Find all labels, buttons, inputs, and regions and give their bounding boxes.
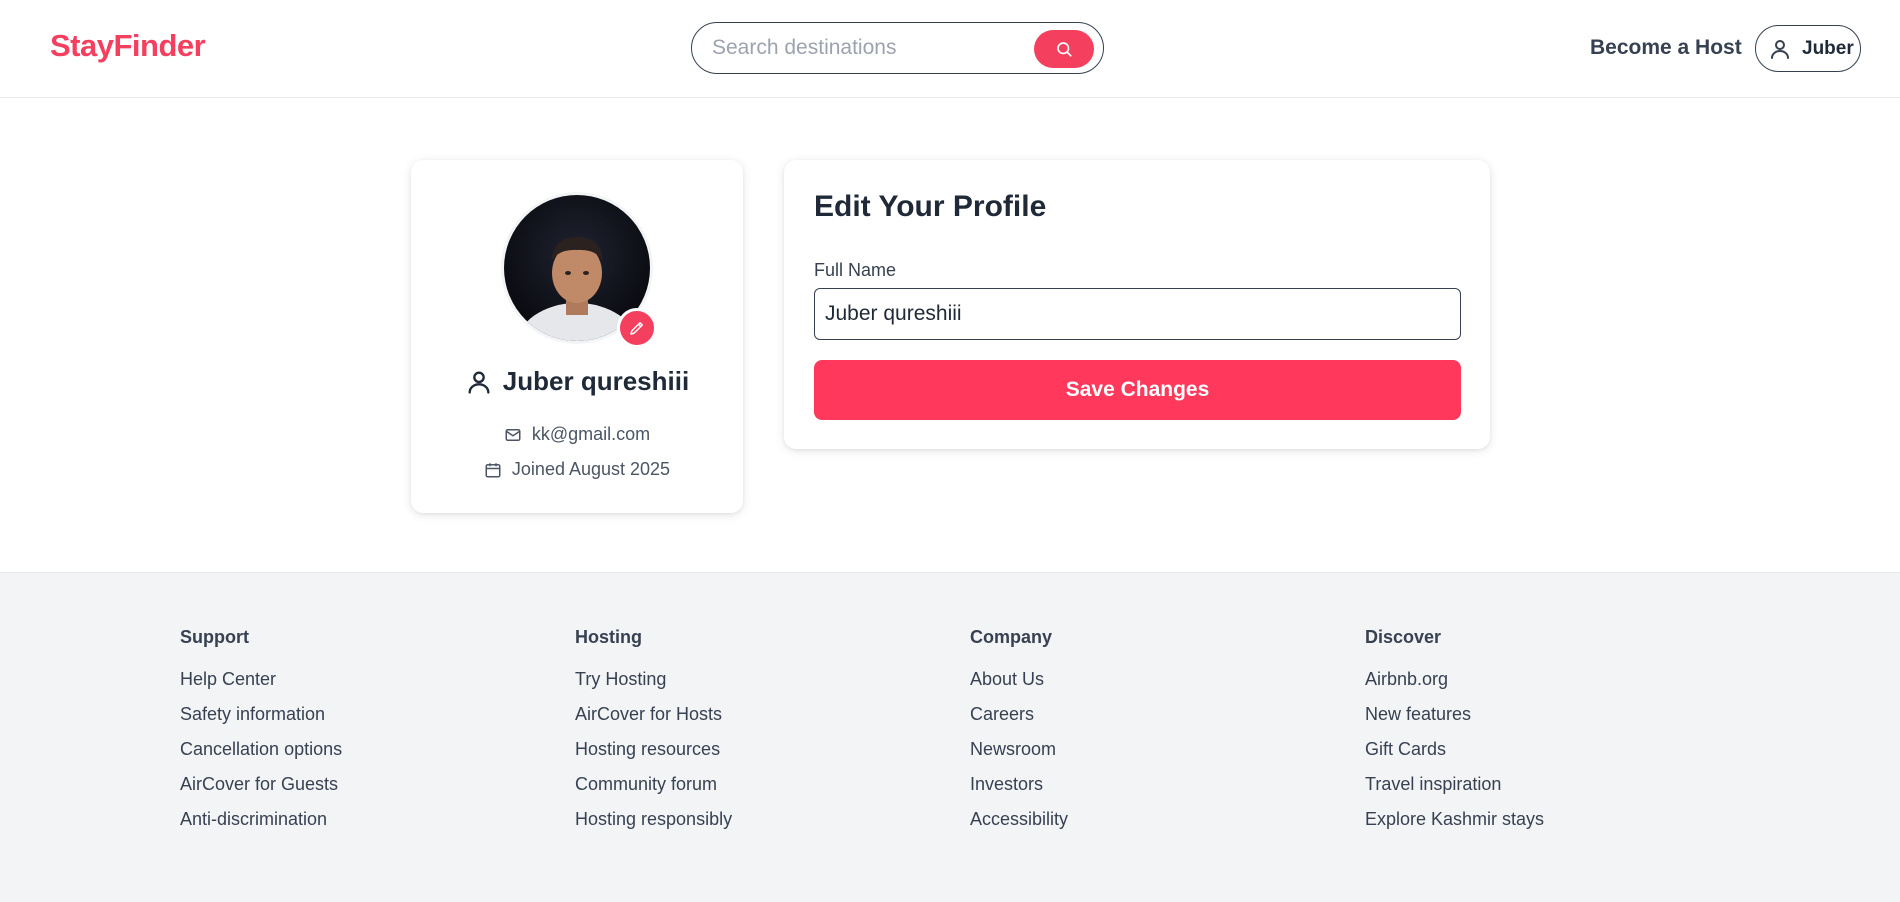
footer-heading: Support (180, 627, 249, 647)
footer-column-support: Support Help Center Safety information C… (180, 627, 540, 843)
footer-link[interactable]: Airbnb.org (1365, 668, 1725, 703)
search-input[interactable] (712, 35, 1012, 61)
footer-column-hosting: Hosting Try Hosting AirCover for Hosts H… (575, 627, 935, 843)
search-button[interactable] (1034, 30, 1094, 68)
footer-link[interactable]: Cancellation options (180, 738, 540, 773)
full-name-label: Full Name (814, 260, 897, 280)
footer-link[interactable]: AirCover for Hosts (575, 703, 935, 738)
footer-column-discover: Discover Airbnb.org New features Gift Ca… (1365, 627, 1725, 843)
footer-heading: Hosting (575, 627, 642, 647)
calendar-icon (485, 462, 501, 477)
mail-icon (505, 428, 521, 441)
footer-link[interactable]: Explore Kashmir stays (1365, 808, 1725, 843)
footer-column-company: Company About Us Careers Newsroom Invest… (970, 627, 1330, 843)
profile-name: Juber qureshiii (502, 366, 690, 396)
profile-joined-row: Joined August 2025 (411, 459, 743, 480)
save-changes-button[interactable]: Save Changes (814, 360, 1461, 420)
footer: Support Help Center Safety information C… (0, 572, 1900, 902)
pencil-icon (630, 322, 643, 335)
footer-link[interactable]: Accessibility (970, 808, 1330, 843)
footer-link[interactable]: Try Hosting (575, 668, 935, 703)
logo[interactable]: StayFinder (50, 28, 206, 64)
footer-link[interactable]: Community forum (575, 773, 935, 808)
user-icon (1771, 39, 1789, 59)
footer-link[interactable]: Newsroom (970, 738, 1330, 773)
footer-link[interactable]: Investors (970, 773, 1330, 808)
edit-avatar-button[interactable] (617, 308, 657, 348)
footer-link[interactable]: Safety information (180, 703, 540, 738)
user-icon (468, 371, 490, 394)
footer-link[interactable]: Help Center (180, 668, 540, 703)
footer-link[interactable]: Travel inspiration (1365, 773, 1725, 808)
search-bar (691, 22, 1104, 74)
edit-profile-title: Edit Your Profile (814, 190, 1047, 223)
profile-email-row: kk@gmail.com (411, 424, 743, 445)
profile-name-row: Juber qureshiii (411, 366, 743, 397)
footer-link[interactable]: Hosting responsibly (575, 808, 935, 843)
search-icon (1057, 42, 1072, 57)
edit-profile-card: Edit Your Profile Full Name Save Changes (784, 160, 1490, 449)
footer-heading: Company (970, 627, 1053, 647)
become-host-link[interactable]: Become a Host (1590, 36, 1742, 60)
top-navbar: StayFinder Become a Host Juber (0, 0, 1900, 98)
full-name-input[interactable] (814, 288, 1461, 340)
profile-email: kk@gmail.com (531, 424, 651, 444)
profile-joined-date: Joined August 2025 (511, 459, 671, 479)
profile-card: Juber qureshiii kk@gmail.com Joined Augu… (411, 160, 743, 513)
footer-link[interactable]: Anti-discrimination (180, 808, 540, 843)
footer-link[interactable]: Careers (970, 703, 1330, 738)
user-menu-button[interactable]: Juber (1755, 25, 1861, 72)
user-menu-label: Juber (1802, 37, 1854, 59)
footer-link[interactable]: Hosting resources (575, 738, 935, 773)
footer-link[interactable]: New features (1365, 703, 1725, 738)
footer-link[interactable]: About Us (970, 668, 1330, 703)
footer-link[interactable]: Gift Cards (1365, 738, 1725, 773)
footer-heading: Discover (1365, 627, 1442, 647)
footer-link[interactable]: AirCover for Guests (180, 773, 540, 808)
